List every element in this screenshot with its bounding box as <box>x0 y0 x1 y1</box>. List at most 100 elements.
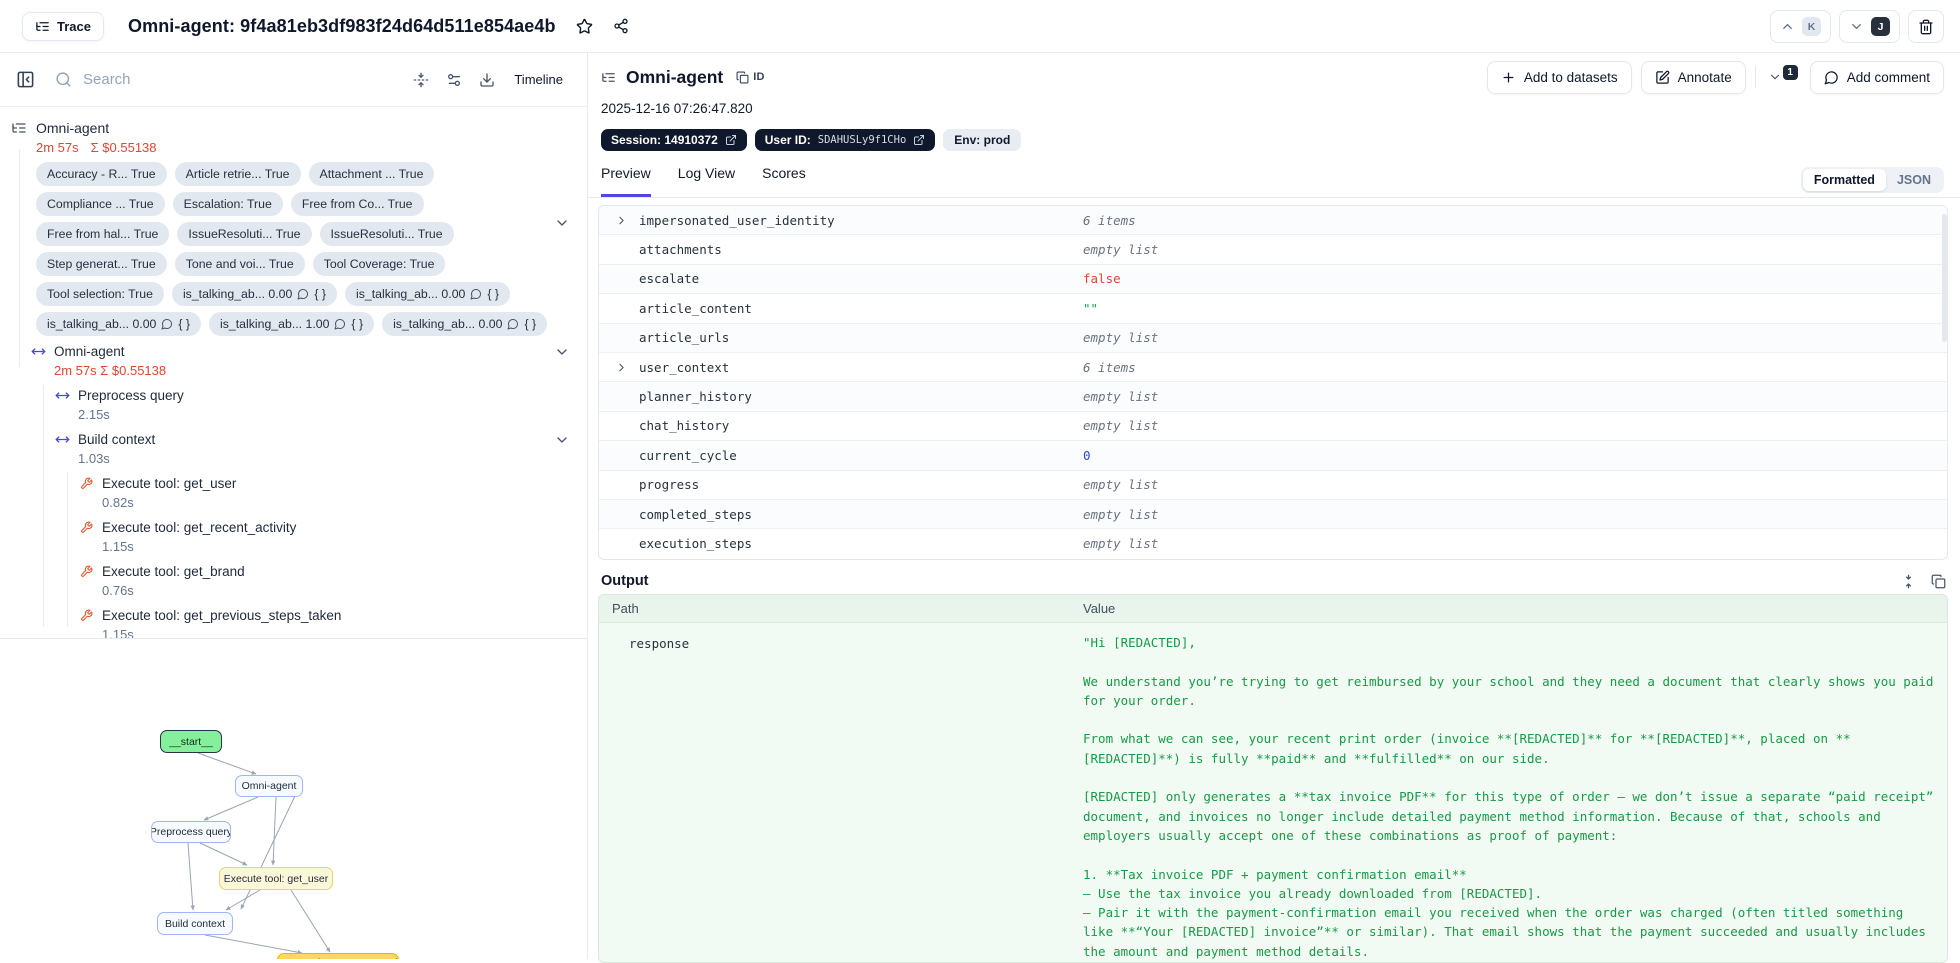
search-box[interactable] <box>55 71 283 88</box>
delete-trace-button[interactable] <box>1908 10 1944 43</box>
add-comment-button[interactable]: Add comment <box>1809 60 1944 94</box>
tree-item[interactable]: Omni-agent 2m 57s Σ $0.55138 <box>0 343 587 379</box>
kbd-j: J <box>1871 17 1890 36</box>
graph-node[interactable]: Build context <box>157 912 233 935</box>
chevron-right-icon[interactable] <box>615 214 628 227</box>
star-icon[interactable] <box>576 18 593 35</box>
download-icon[interactable] <box>479 72 495 88</box>
table-row[interactable]: progress empty list <box>599 471 1947 500</box>
tree-item[interactable]: Execute tool: get_recent_activity 1.15s <box>0 519 587 555</box>
annotate-dropdown-button[interactable]: 1 <box>1765 64 1801 85</box>
annotation-count-badge: 1 <box>1782 64 1798 80</box>
tree-item[interactable]: Preprocess query 2.15s <box>0 387 587 423</box>
scrollbar-thumb[interactable] <box>1942 214 1947 342</box>
table-row[interactable]: execution_steps empty list <box>599 529 1947 558</box>
graph-node[interactable]: Preprocess query <box>151 821 231 843</box>
graph-node[interactable]: __start__ <box>160 730 222 753</box>
tab[interactable]: Preview <box>601 165 651 197</box>
score-badge[interactable]: Article retrie... True <box>174 162 301 186</box>
score-badge[interactable]: Tone and voi... True <box>174 252 305 276</box>
top-bar: Trace Omni-agent: 9f4a81eb3df983f24d64d5… <box>0 0 1960 53</box>
copy-icon[interactable] <box>1931 574 1946 589</box>
score-badge[interactable]: Free from hal... True <box>36 222 170 246</box>
collapse-panel-icon[interactable] <box>16 70 35 89</box>
score-badge[interactable]: IssueResoluti... True <box>319 222 454 246</box>
table-row[interactable]: user_context 6 items <box>599 353 1947 383</box>
tab[interactable]: Scores <box>762 165 806 197</box>
table-row[interactable]: planner_history empty list <box>599 382 1947 412</box>
tree-item-duration: 2.15s <box>78 407 110 422</box>
chevron-down-icon[interactable] <box>554 432 570 448</box>
add-to-datasets-button[interactable]: Add to datasets <box>1486 60 1632 94</box>
format-toggle-json[interactable]: JSON <box>1886 169 1942 191</box>
agent-graph-panel[interactable]: __start__ Omni-agent Preprocess query Ex… <box>0 638 587 959</box>
timeline-button[interactable]: Timeline <box>514 72 563 87</box>
table-row[interactable]: chat_history empty list <box>599 412 1947 442</box>
score-badge[interactable]: is_talking_ab... 0.00 { } <box>171 282 337 306</box>
tree-item[interactable]: Execute tool: get_previous_steps_taken 1… <box>0 607 587 638</box>
chevron-down-icon[interactable] <box>554 215 570 231</box>
session-label: Session: 14910372 <box>611 133 718 147</box>
tree-root-observation[interactable]: Omni-agent <box>0 107 587 136</box>
tree-item[interactable]: Execute tool: get_user 0.82s <box>0 475 587 511</box>
score-badge[interactable]: Accuracy - R... True <box>36 162 167 186</box>
score-badge[interactable]: Free from Co... True <box>290 192 424 216</box>
comment-bubble-icon <box>297 288 309 300</box>
copy-id-button[interactable]: ID <box>736 71 764 84</box>
add-comment-label: Add comment <box>1846 69 1930 85</box>
score-badge[interactable]: Step generat... True <box>36 252 167 276</box>
output-path: response <box>629 636 690 651</box>
score-badge[interactable]: is_talking_ab... 0.00 { } <box>382 312 548 336</box>
table-row[interactable]: impersonated_user_identity 6 items <box>599 206 1947 236</box>
copy-icon <box>736 71 749 84</box>
search-input[interactable] <box>83 71 283 88</box>
graph-node[interactable]: Execute tool: get_user <box>219 867 333 890</box>
table-row[interactable]: completed_steps empty list <box>599 499 1947 530</box>
next-trace-button[interactable]: J <box>1839 10 1900 43</box>
score-badge[interactable]: is_talking_ab... 0.00 { } <box>344 282 511 306</box>
score-badge-text: Free from hal... True <box>47 227 159 241</box>
table-row[interactable]: attachments empty list <box>599 235 1947 265</box>
list-tree-icon <box>35 19 50 34</box>
display-settings-icon[interactable] <box>446 72 462 88</box>
share-icon[interactable] <box>613 18 629 34</box>
score-badge[interactable]: Compliance ... True <box>36 192 165 216</box>
span-arrows-icon <box>30 344 46 359</box>
tree-item[interactable]: Build context 1.03s <box>0 431 587 467</box>
previous-trace-button[interactable]: K <box>1770 10 1831 43</box>
format-toggle-formatted[interactable]: Formatted <box>1802 169 1886 191</box>
score-badge[interactable]: Attachment ... True <box>308 162 435 186</box>
score-badge[interactable]: Tool selection: True <box>36 282 164 306</box>
external-link-icon <box>913 134 925 146</box>
table-row[interactable]: article_content "" <box>599 294 1947 324</box>
graph-node[interactable]: Execute tool: get_recent_activity <box>277 953 399 959</box>
score-badge[interactable]: Tool Coverage: True <box>312 252 446 276</box>
row-value: empty list <box>1083 418 1159 434</box>
root-name: Omni-agent <box>36 120 110 136</box>
chevron-right-icon[interactable] <box>615 361 628 374</box>
graph-node-label: Preprocess query <box>151 826 231 838</box>
collapse-all-icon[interactable] <box>413 72 429 88</box>
tab[interactable]: Log View <box>678 165 735 197</box>
score-badge-text: is_talking_ab... 0.00 <box>355 287 466 301</box>
annotate-button[interactable]: Annotate <box>1640 60 1746 94</box>
graph-node[interactable]: Omni-agent <box>235 775 303 797</box>
sidebar-toolbar: Timeline <box>0 53 587 107</box>
tree-items: Omni-agent 2m 57s Σ $0.55138 Preprocess … <box>0 343 587 638</box>
divider <box>1754 66 1756 88</box>
user-id-badge[interactable]: User ID: SDAHUSLy9f1CHo <box>754 129 936 151</box>
score-badge-suffix: { } <box>487 287 500 301</box>
tree-item-duration: 1.03s <box>78 451 110 466</box>
fold-vertical-icon[interactable] <box>1901 574 1916 589</box>
graph-edges <box>187 752 331 955</box>
chevron-down-icon[interactable] <box>554 344 570 360</box>
score-badge[interactable]: IssueResoluti... True <box>177 222 312 246</box>
table-row[interactable]: article_urls empty list <box>599 323 1947 353</box>
tree-item[interactable]: Execute tool: get_brand 0.76s <box>0 563 587 599</box>
table-row[interactable]: current_cycle 0 <box>599 441 1947 471</box>
table-row[interactable]: escalate false <box>599 264 1947 295</box>
session-badge[interactable]: Session: 14910372 <box>601 129 747 151</box>
score-badge[interactable]: is_talking_ab... 1.00 { } <box>209 312 375 336</box>
score-badge[interactable]: is_talking_ab... 0.00 { } <box>36 312 202 336</box>
score-badge[interactable]: Escalation: True <box>172 192 283 216</box>
